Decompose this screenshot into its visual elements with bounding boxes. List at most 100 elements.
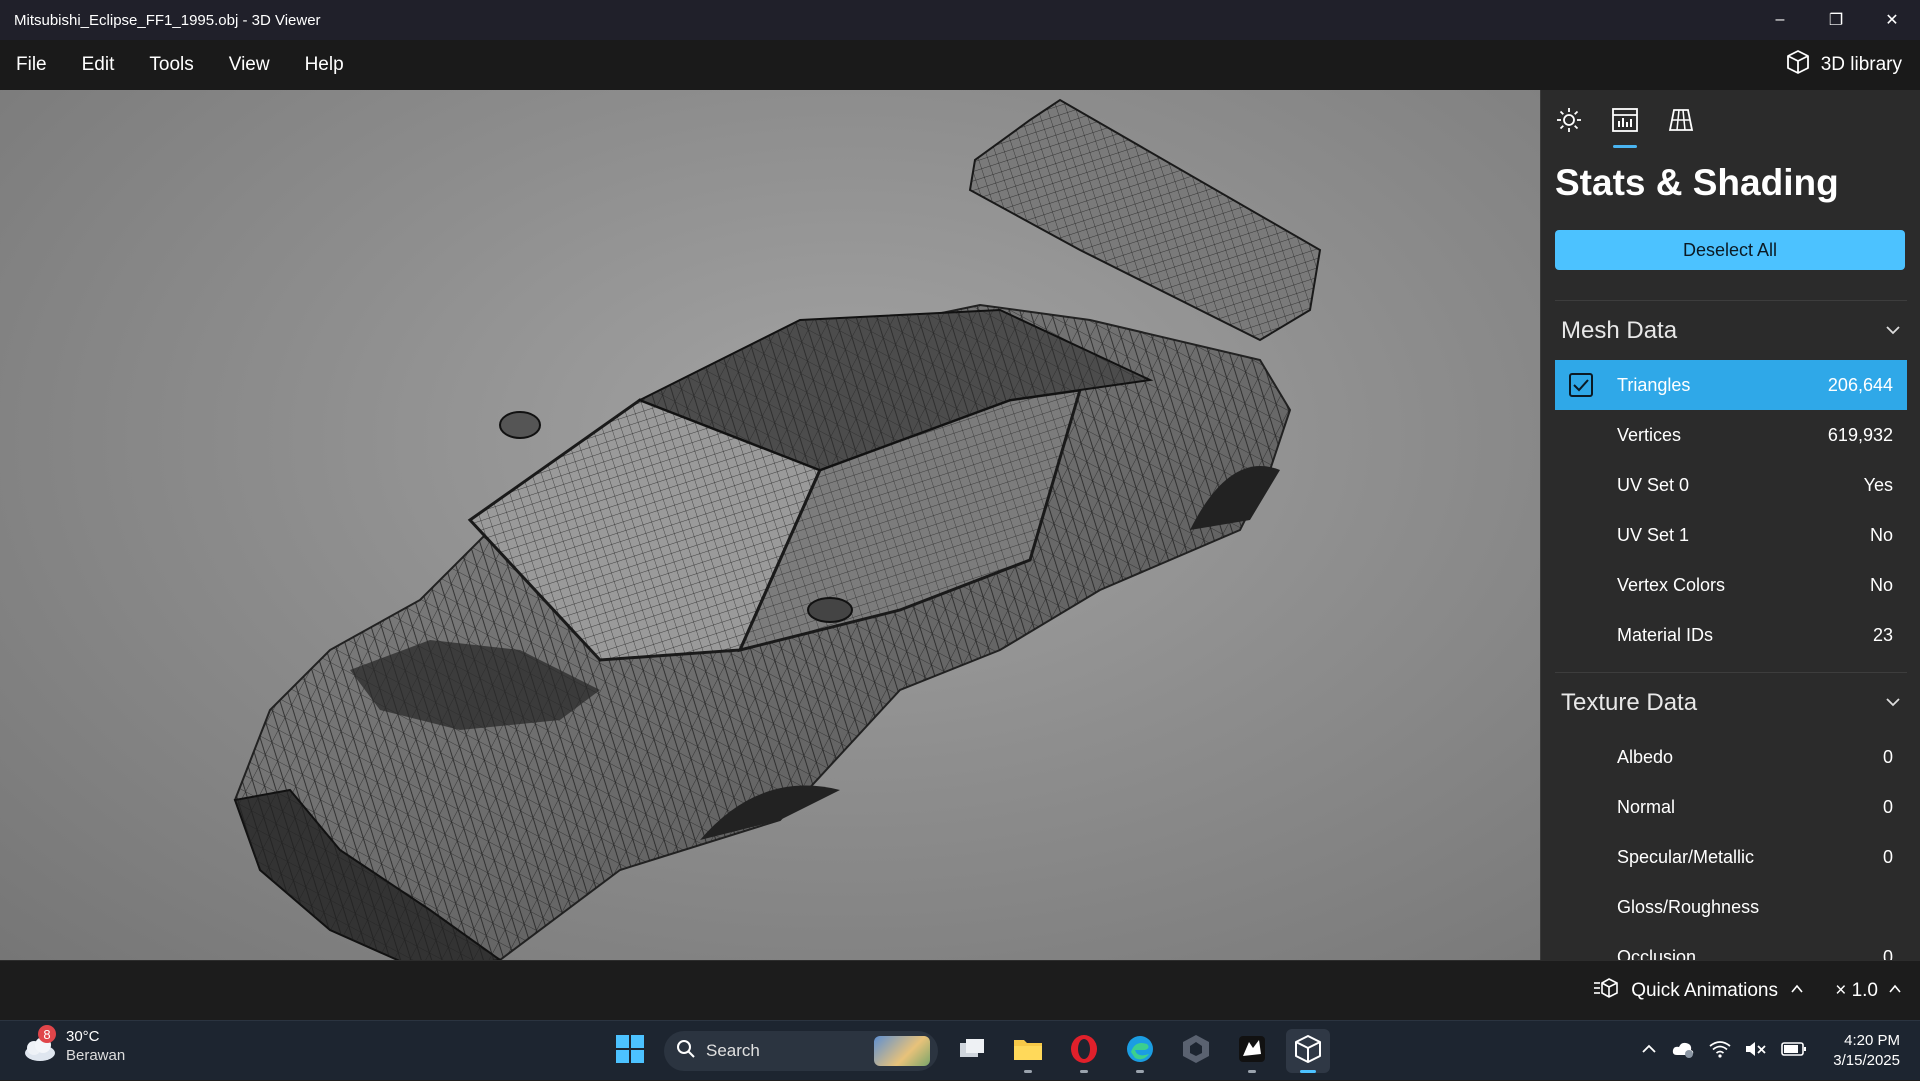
task-view-button[interactable] xyxy=(950,1029,994,1073)
stat-row-occlusion[interactable]: Occlusion 0 xyxy=(1555,932,1907,961)
taskbar-apps: Search xyxy=(608,1021,1330,1081)
3d-cube-icon xyxy=(1293,1034,1323,1069)
wifi-icon[interactable] xyxy=(1709,1040,1731,1063)
stat-value: 0 xyxy=(1882,746,1893,767)
rhino-app-button[interactable] xyxy=(1230,1029,1274,1073)
mesh-data-title: Mesh Data xyxy=(1561,316,1678,344)
search-placeholder: Search xyxy=(706,1041,760,1060)
clock-date: 3/15/2025 xyxy=(1833,1052,1900,1069)
cloud-sync-icon[interactable] xyxy=(1671,1039,1695,1064)
texture-data-title: Texture Data xyxy=(1561,688,1698,716)
3d-library-button[interactable]: 3D library xyxy=(1785,40,1902,90)
opera-icon xyxy=(1069,1034,1099,1069)
stat-value: No xyxy=(1869,574,1893,595)
quick-animations-label: Quick Animations xyxy=(1631,980,1778,1001)
stat-row-uv-set-1[interactable]: UV Set 1 No xyxy=(1555,510,1907,560)
cloud-weather-icon: 8 xyxy=(20,1025,58,1065)
chevron-up-icon xyxy=(1790,980,1804,1002)
stat-label: Albedo xyxy=(1617,746,1674,767)
animation-speed-button[interactable]: × 1.0 xyxy=(1835,961,1902,1021)
task-view-icon xyxy=(958,1037,986,1066)
unity-hub-button[interactable] xyxy=(1174,1029,1218,1073)
stat-row-vertices[interactable]: Vertices 619,932 xyxy=(1555,410,1907,460)
window-title: Mitsubishi_Eclipse_FF1_1995.obj - 3D Vie… xyxy=(14,11,321,29)
restore-button[interactable]: ❐ xyxy=(1808,0,1864,40)
menu-file[interactable]: File xyxy=(0,54,65,76)
grid-mesh-icon xyxy=(1668,107,1694,138)
quick-animations-button[interactable]: Quick Animations xyxy=(1593,961,1804,1021)
stat-value: 206,644 xyxy=(1827,374,1893,395)
menu-edit[interactable]: Edit xyxy=(65,54,133,76)
speaker-muted-icon[interactable] xyxy=(1745,1040,1767,1063)
close-button[interactable]: ✕ xyxy=(1864,0,1920,40)
chevron-up-icon[interactable] xyxy=(1641,1041,1657,1062)
mesh-data-section: Mesh Data Triangles 206,644 Vertices 619… xyxy=(1555,300,1907,660)
menu-view[interactable]: View xyxy=(212,54,288,76)
stat-label: Vertices xyxy=(1617,424,1682,445)
weather-condition: Berawan xyxy=(66,1047,126,1064)
stat-value: 0 xyxy=(1882,796,1893,817)
stat-label: Occlusion xyxy=(1617,946,1697,961)
folder-icon xyxy=(1013,1036,1043,1067)
texture-data-header[interactable]: Texture Data xyxy=(1555,672,1907,732)
sun-lighting-icon xyxy=(1556,107,1582,138)
panel-tabs xyxy=(1553,104,1697,148)
weather-widget[interactable]: 8 30°C Berawan xyxy=(20,1025,126,1065)
unity-icon xyxy=(1182,1034,1210,1069)
windows-logo-icon xyxy=(615,1034,645,1069)
taskbar-search[interactable]: Search xyxy=(664,1031,938,1071)
stat-label: Vertex Colors xyxy=(1617,574,1726,595)
weather-badge: 8 xyxy=(38,1025,56,1043)
3d-viewer-taskbar-button[interactable] xyxy=(1286,1029,1330,1073)
status-bar: Quick Animations × 1.0 xyxy=(0,960,1920,1020)
stat-row-uv-set-0[interactable]: UV Set 0 Yes xyxy=(1555,460,1907,510)
edge-icon xyxy=(1125,1034,1155,1069)
search-highlight-image xyxy=(874,1036,930,1066)
rhino-icon xyxy=(1237,1034,1267,1069)
checkbox-checked-icon[interactable] xyxy=(1569,373,1593,397)
3d-viewport[interactable] xyxy=(0,90,1540,960)
car-wireframe-model xyxy=(233,98,1322,960)
stat-row-vertex-colors[interactable]: Vertex Colors No xyxy=(1555,560,1907,610)
menu-tools[interactable]: Tools xyxy=(132,54,211,76)
stat-value: No xyxy=(1869,524,1893,545)
edge-browser-button[interactable] xyxy=(1118,1029,1162,1073)
taskbar-clock[interactable]: 4:20 PM 3/15/2025 xyxy=(1833,1031,1900,1071)
3d-cube-icon xyxy=(1785,49,1811,81)
stat-value: 619,932 xyxy=(1827,424,1893,445)
search-icon xyxy=(676,1039,696,1064)
file-explorer-button[interactable] xyxy=(1006,1029,1050,1073)
clock-time: 4:20 PM xyxy=(1844,1032,1900,1049)
stat-label: Specular/Metallic xyxy=(1617,846,1755,867)
chevron-down-icon xyxy=(1885,689,1901,717)
3d-library-label: 3D library xyxy=(1820,54,1902,75)
stat-row-albedo[interactable]: Albedo 0 xyxy=(1555,732,1907,782)
stats-chart-icon xyxy=(1611,107,1639,138)
stats-shading-panel: Stats & Shading Deselect All Mesh Data T… xyxy=(1540,90,1920,960)
tab-lighting[interactable] xyxy=(1553,104,1585,140)
chevron-down-icon xyxy=(1885,317,1901,345)
stat-row-triangles[interactable]: Triangles 206,644 xyxy=(1555,360,1907,410)
tab-mesh[interactable] xyxy=(1665,104,1697,140)
tab-stats[interactable] xyxy=(1609,104,1641,148)
mesh-data-header[interactable]: Mesh Data xyxy=(1555,300,1907,360)
stat-row-normal[interactable]: Normal 0 xyxy=(1555,782,1907,832)
battery-icon[interactable] xyxy=(1781,1041,1807,1062)
menu-help[interactable]: Help xyxy=(288,54,362,76)
start-button[interactable] xyxy=(608,1029,652,1073)
opera-browser-button[interactable] xyxy=(1062,1029,1106,1073)
stat-label: Triangles xyxy=(1617,374,1691,395)
deselect-all-button[interactable]: Deselect All xyxy=(1555,230,1905,270)
stat-row-specular-metallic[interactable]: Specular/Metallic 0 xyxy=(1555,832,1907,882)
speed-label: × 1.0 xyxy=(1835,980,1878,1001)
stat-label: Normal xyxy=(1617,796,1676,817)
stat-value: Yes xyxy=(1863,474,1893,495)
stat-label: UV Set 1 xyxy=(1617,524,1690,545)
stat-row-gloss-roughness[interactable]: Gloss/Roughness xyxy=(1555,882,1907,932)
menu-bar: File Edit Tools View Help 3D library xyxy=(0,40,1920,90)
weather-temperature: 30°C xyxy=(66,1028,100,1045)
minimize-button[interactable]: – xyxy=(1752,0,1808,40)
stat-row-material-ids[interactable]: Material IDs 23 xyxy=(1555,610,1907,660)
panel-title: Stats & Shading xyxy=(1555,162,1839,203)
texture-data-section: Texture Data Albedo 0 Normal 0 Specular/… xyxy=(1555,672,1907,960)
